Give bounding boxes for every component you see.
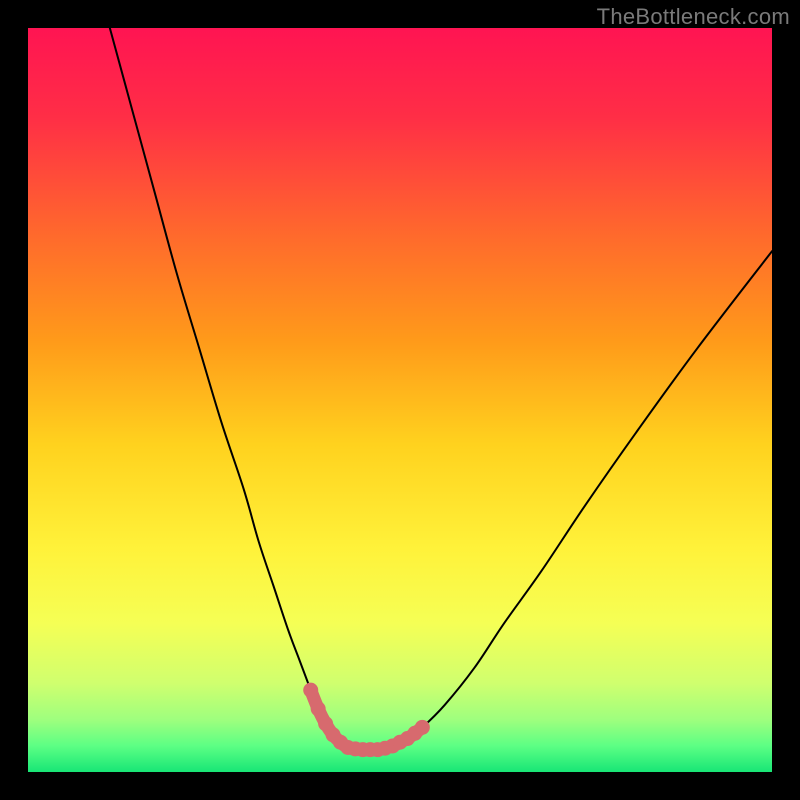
highlight-dot [311,701,326,716]
chart-svg [28,28,772,772]
highlight-dot [303,683,318,698]
chart-plot [28,28,772,772]
chart-frame: TheBottleneck.com [0,0,800,800]
watermark-text: TheBottleneck.com [597,4,790,30]
highlight-dot [415,720,430,735]
